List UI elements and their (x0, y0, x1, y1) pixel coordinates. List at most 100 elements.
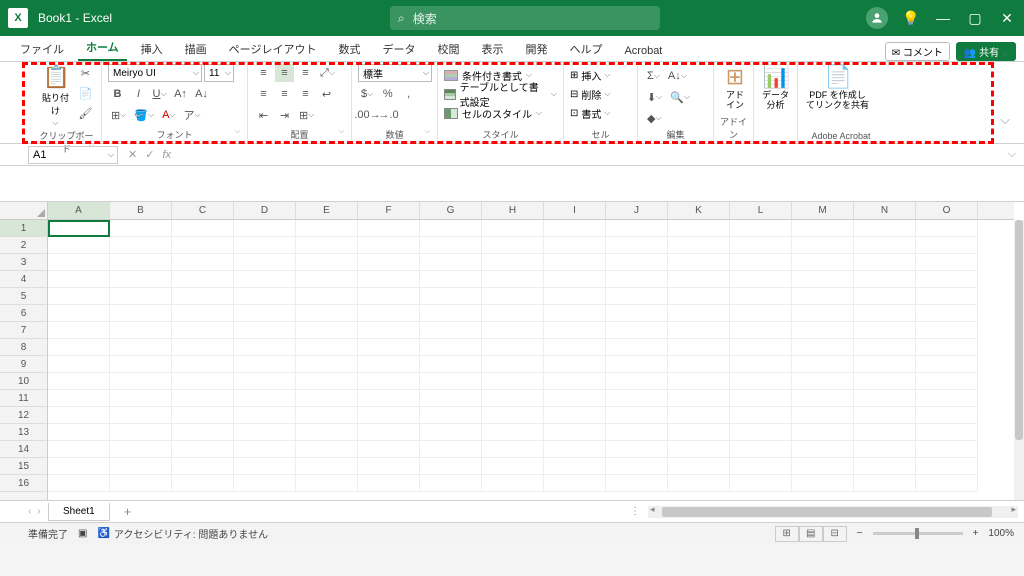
row-header[interactable]: 3 (0, 254, 47, 271)
cell[interactable] (420, 407, 482, 424)
cell[interactable] (358, 407, 420, 424)
column-header[interactable]: C (172, 202, 234, 219)
tab-data[interactable]: データ (374, 37, 423, 61)
cell[interactable] (854, 373, 916, 390)
cell[interactable] (172, 237, 234, 254)
cell[interactable] (668, 441, 730, 458)
cell[interactable] (420, 475, 482, 492)
cell[interactable] (234, 220, 296, 237)
cell[interactable] (358, 356, 420, 373)
row-header[interactable]: 2 (0, 237, 47, 254)
cell[interactable] (792, 288, 854, 305)
italic-button[interactable]: I (129, 85, 148, 103)
cell[interactable] (544, 407, 606, 424)
cell[interactable] (544, 322, 606, 339)
cell[interactable] (110, 390, 172, 407)
cell[interactable] (916, 322, 978, 339)
cell[interactable] (110, 458, 172, 475)
align-bottom-button[interactable]: ≡ (296, 64, 315, 82)
tab-page-layout[interactable]: ページレイアウト (221, 37, 325, 61)
cell[interactable] (668, 220, 730, 237)
cell[interactable] (730, 424, 792, 441)
row-header[interactable]: 15 (0, 458, 47, 475)
cell[interactable] (854, 424, 916, 441)
align-middle-button[interactable]: ≡ (275, 64, 294, 82)
cell[interactable] (792, 407, 854, 424)
select-all-button[interactable] (0, 202, 47, 220)
name-box[interactable]: A1 (28, 146, 118, 164)
cell[interactable] (792, 373, 854, 390)
tab-developer[interactable]: 開発 (517, 37, 555, 61)
cell[interactable] (420, 322, 482, 339)
cell[interactable] (234, 254, 296, 271)
cell[interactable] (172, 271, 234, 288)
normal-view-button[interactable]: ⊞ (775, 526, 799, 542)
cell[interactable] (234, 288, 296, 305)
cell[interactable] (482, 288, 544, 305)
clear-button[interactable]: ◆ ⌵ (644, 109, 665, 127)
cell[interactable] (668, 237, 730, 254)
macro-icon[interactable]: ▣ (78, 528, 87, 539)
cell[interactable] (358, 390, 420, 407)
cell[interactable] (606, 288, 668, 305)
column-header[interactable]: H (482, 202, 544, 219)
cell[interactable] (730, 356, 792, 373)
cell[interactable] (296, 441, 358, 458)
cell[interactable] (854, 322, 916, 339)
cell[interactable] (234, 356, 296, 373)
cell[interactable] (234, 390, 296, 407)
tab-file[interactable]: ファイル (12, 37, 72, 61)
cell-styles-button[interactable]: セルのスタイル ⌵ (444, 105, 542, 121)
cell[interactable] (48, 424, 110, 441)
find-button[interactable]: 🔍 ⌵ (667, 88, 693, 106)
tab-home[interactable]: ホーム (78, 35, 127, 61)
decrease-indent-button[interactable]: ⇤ (254, 106, 273, 124)
cell[interactable] (916, 390, 978, 407)
cell[interactable] (606, 220, 668, 237)
cell[interactable] (916, 271, 978, 288)
accessibility-status[interactable]: ♿ アクセシビリティ: 問題ありません (97, 526, 268, 541)
cell[interactable] (482, 458, 544, 475)
cell[interactable] (358, 373, 420, 390)
column-header[interactable]: B (110, 202, 172, 219)
cell[interactable] (172, 339, 234, 356)
cell[interactable] (48, 305, 110, 322)
comments-button[interactable]: ✉ コメント (885, 42, 950, 61)
increase-font-button[interactable]: A↑ (171, 85, 190, 103)
cut-button[interactable]: ✂ (76, 64, 95, 82)
paste-button[interactable]: 📋 貼り付け ⌵ (38, 64, 73, 128)
row-header[interactable]: 16 (0, 475, 47, 492)
cell[interactable] (730, 271, 792, 288)
column-header[interactable]: F (358, 202, 420, 219)
merge-button[interactable]: ⊞ ⌵ (296, 106, 317, 124)
cell[interactable] (420, 390, 482, 407)
cell[interactable] (482, 475, 544, 492)
cell[interactable] (172, 322, 234, 339)
cell[interactable] (172, 475, 234, 492)
cell[interactable] (234, 441, 296, 458)
cell[interactable] (730, 305, 792, 322)
cell[interactable] (172, 390, 234, 407)
autosum-button[interactable]: Σ ⌵ (644, 67, 663, 85)
cell[interactable] (544, 288, 606, 305)
cell[interactable] (482, 339, 544, 356)
help-icon[interactable]: 💡 (902, 10, 920, 27)
cell[interactable] (172, 254, 234, 271)
fill-button[interactable]: ⬇ ⌵ (644, 88, 665, 106)
cell[interactable] (606, 339, 668, 356)
cell[interactable] (234, 475, 296, 492)
cell[interactable] (296, 288, 358, 305)
cell[interactable] (606, 441, 668, 458)
zoom-out-button[interactable]: − (857, 528, 863, 539)
cell[interactable] (420, 220, 482, 237)
cell[interactable] (48, 390, 110, 407)
cell[interactable] (916, 339, 978, 356)
cell[interactable] (296, 254, 358, 271)
cell[interactable] (916, 424, 978, 441)
cell[interactable] (606, 424, 668, 441)
cell[interactable] (110, 305, 172, 322)
row-header[interactable]: 1 (0, 220, 47, 237)
enter-formula-icon[interactable]: ✓ (145, 148, 154, 161)
cell[interactable] (358, 254, 420, 271)
cell[interactable] (854, 441, 916, 458)
